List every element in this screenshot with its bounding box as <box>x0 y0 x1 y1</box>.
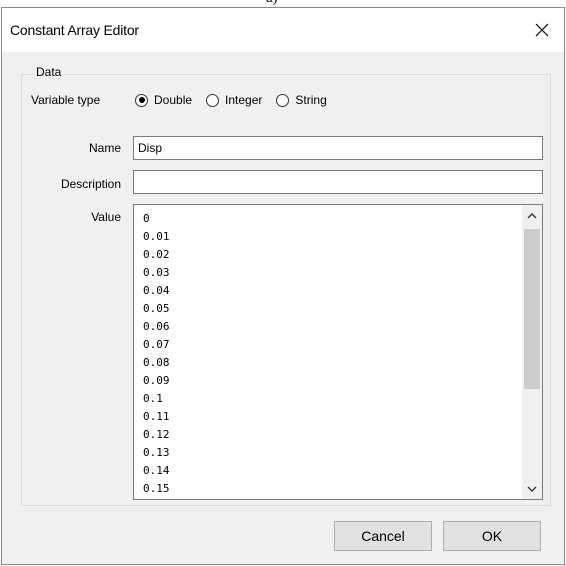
value-line: 0.03 <box>143 266 170 279</box>
variable-type-radio-group: Double Integer String <box>135 91 341 109</box>
value-line: 0.11 <box>143 410 170 423</box>
value-line: 0.06 <box>143 320 170 333</box>
value-line: 0.14 <box>143 464 170 477</box>
description-label: Description <box>60 177 121 191</box>
chevron-down-icon <box>527 486 537 492</box>
value-line: 0.08 <box>143 356 170 369</box>
name-label: Name <box>88 141 121 155</box>
radio-integer-indicator <box>206 93 220 107</box>
value-line: 0.01 <box>143 230 170 243</box>
variable-type-label: Variable type <box>31 93 101 107</box>
value-line: 0.05 <box>143 302 170 315</box>
name-field[interactable]: Disp <box>133 136 543 160</box>
ok-button[interactable]: OK <box>443 521 541 551</box>
data-groupbox-legend: Data <box>33 65 65 79</box>
radio-string-label: String <box>295 93 327 107</box>
scroll-down-button[interactable] <box>522 479 542 499</box>
value-line: 0.12 <box>143 428 170 441</box>
value-textarea[interactable]: 0 0.01 0.02 0.03 0.04 0.05 0.06 0.07 0.08 0.09 0.1… <box>133 204 543 500</box>
value-line: 0.09 <box>143 374 170 387</box>
value-line: 0.07 <box>143 338 170 351</box>
radio-string-indicator <box>276 93 290 107</box>
value-line: 0 <box>143 212 150 225</box>
radio-double[interactable]: Double <box>135 93 192 107</box>
title-bar: Constant Array Editor <box>2 8 564 52</box>
close-button[interactable] <box>520 8 564 52</box>
value-line: 0.15 <box>143 482 170 495</box>
radio-double-indicator <box>135 93 148 107</box>
description-field[interactable] <box>133 170 543 194</box>
value-line: 0.04 <box>143 284 170 297</box>
scrollbar-thumb[interactable] <box>524 229 540 389</box>
close-icon <box>535 23 549 37</box>
value-line: 0.13 <box>143 446 170 459</box>
radio-integer[interactable]: Integer <box>206 93 262 107</box>
radio-string[interactable]: String <box>276 93 327 107</box>
figure-caption: a) <box>266 0 278 7</box>
value-lines: 0 0.01 0.02 0.03 0.04 0.05 0.06 0.07 0.08 0.09 0.1… <box>143 210 170 498</box>
cancel-button[interactable]: Cancel <box>334 521 432 551</box>
radio-double-label: Double <box>154 93 193 107</box>
value-line: 0.02 <box>143 248 170 261</box>
value-line: 0.1 <box>143 392 163 405</box>
chevron-up-icon <box>527 212 537 218</box>
value-label: Value <box>91 210 121 224</box>
window-title: Constant Array Editor <box>10 22 139 38</box>
vertical-scrollbar[interactable] <box>522 205 542 499</box>
scroll-up-button[interactable] <box>522 205 542 225</box>
radio-integer-label: Integer <box>225 93 263 107</box>
